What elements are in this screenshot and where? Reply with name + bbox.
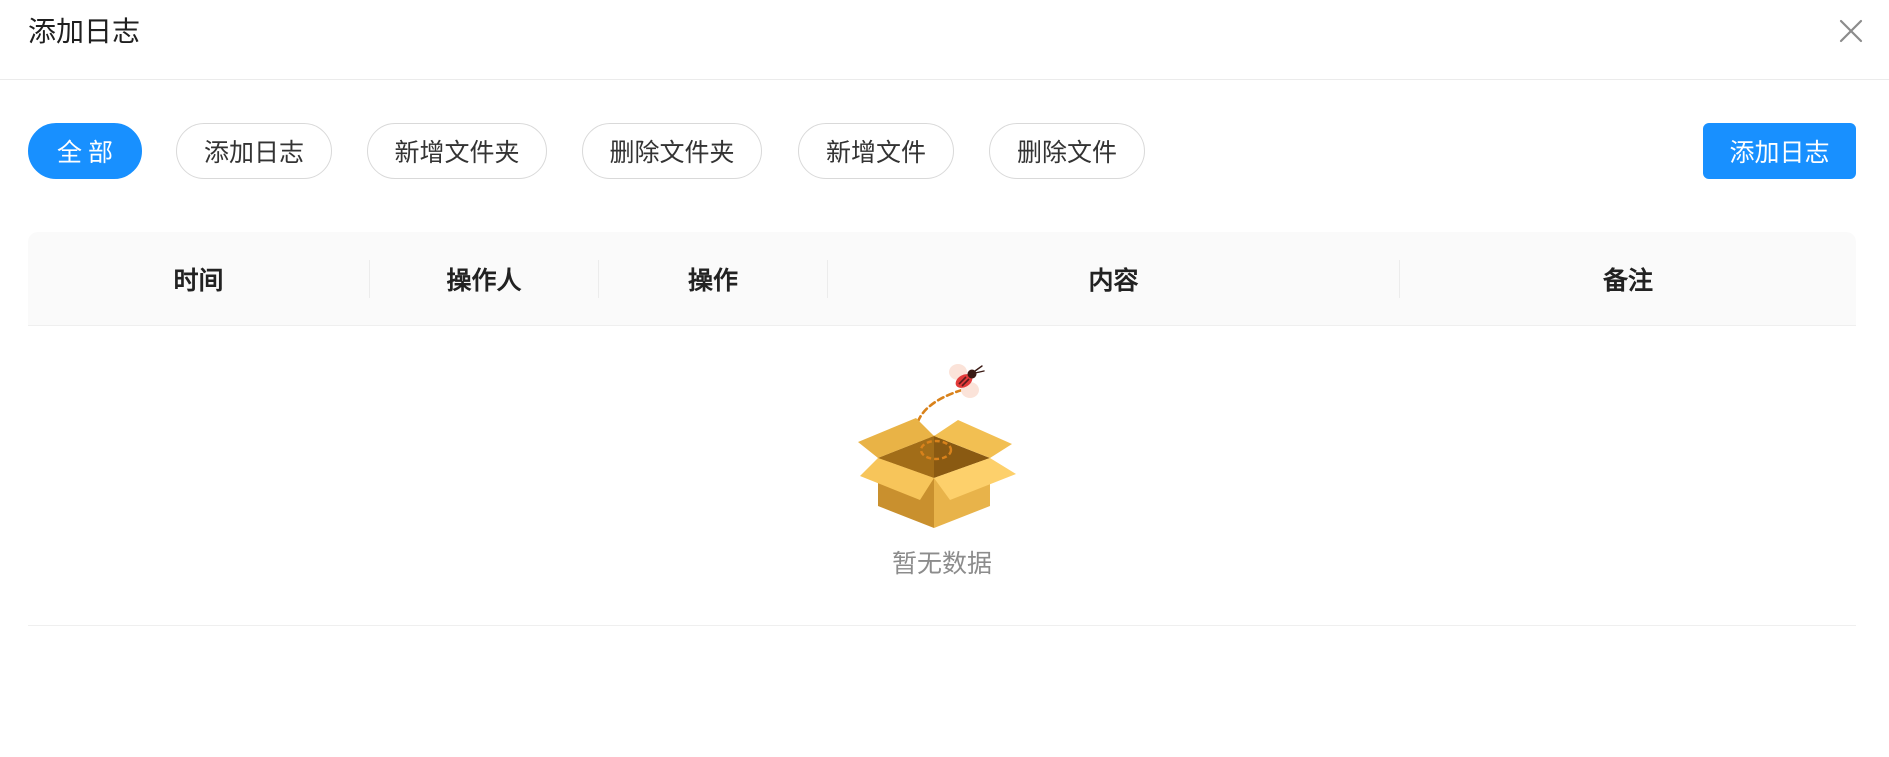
add-log-button[interactable]: 添加日志: [1703, 123, 1856, 179]
log-table: 时间 操作人 操作 内容 备注 暂无数据: [28, 232, 1856, 626]
close-icon: [1839, 19, 1863, 43]
column-header-remark[interactable]: 备注: [1400, 232, 1856, 326]
filter-tab-new-folder[interactable]: 新增文件夹: [367, 123, 547, 179]
filter-tab-delete-folder[interactable]: 删除文件夹: [582, 123, 762, 179]
filter-tab-new-file[interactable]: 新增文件: [798, 123, 954, 179]
filter-tab-delete-file[interactable]: 删除文件: [989, 123, 1145, 179]
column-header-time[interactable]: 时间: [28, 232, 369, 326]
filter-tab-all[interactable]: 全部: [28, 123, 142, 179]
add-log-dialog: 添加日志 全部 添加日志 新增文件夹 删除文件夹 新增文件 删除文件 添加日志 …: [0, 0, 1889, 757]
empty-state-text: 暂无数据: [891, 549, 992, 578]
dialog-title: 添加日志: [28, 15, 141, 48]
filter-tab-add-log[interactable]: 添加日志: [176, 123, 332, 179]
column-header-content[interactable]: 内容: [828, 232, 1399, 326]
empty-state: 暂无数据: [28, 326, 1856, 626]
table-body: 暂无数据: [28, 326, 1856, 626]
close-button[interactable]: [1838, 18, 1864, 44]
empty-box-icon: [858, 364, 1016, 528]
column-header-operator[interactable]: 操作人: [370, 232, 598, 326]
column-header-action[interactable]: 操作: [599, 232, 827, 326]
dialog-header: 添加日志: [0, 0, 1889, 80]
table-header: 时间 操作人 操作 内容 备注: [28, 232, 1856, 326]
